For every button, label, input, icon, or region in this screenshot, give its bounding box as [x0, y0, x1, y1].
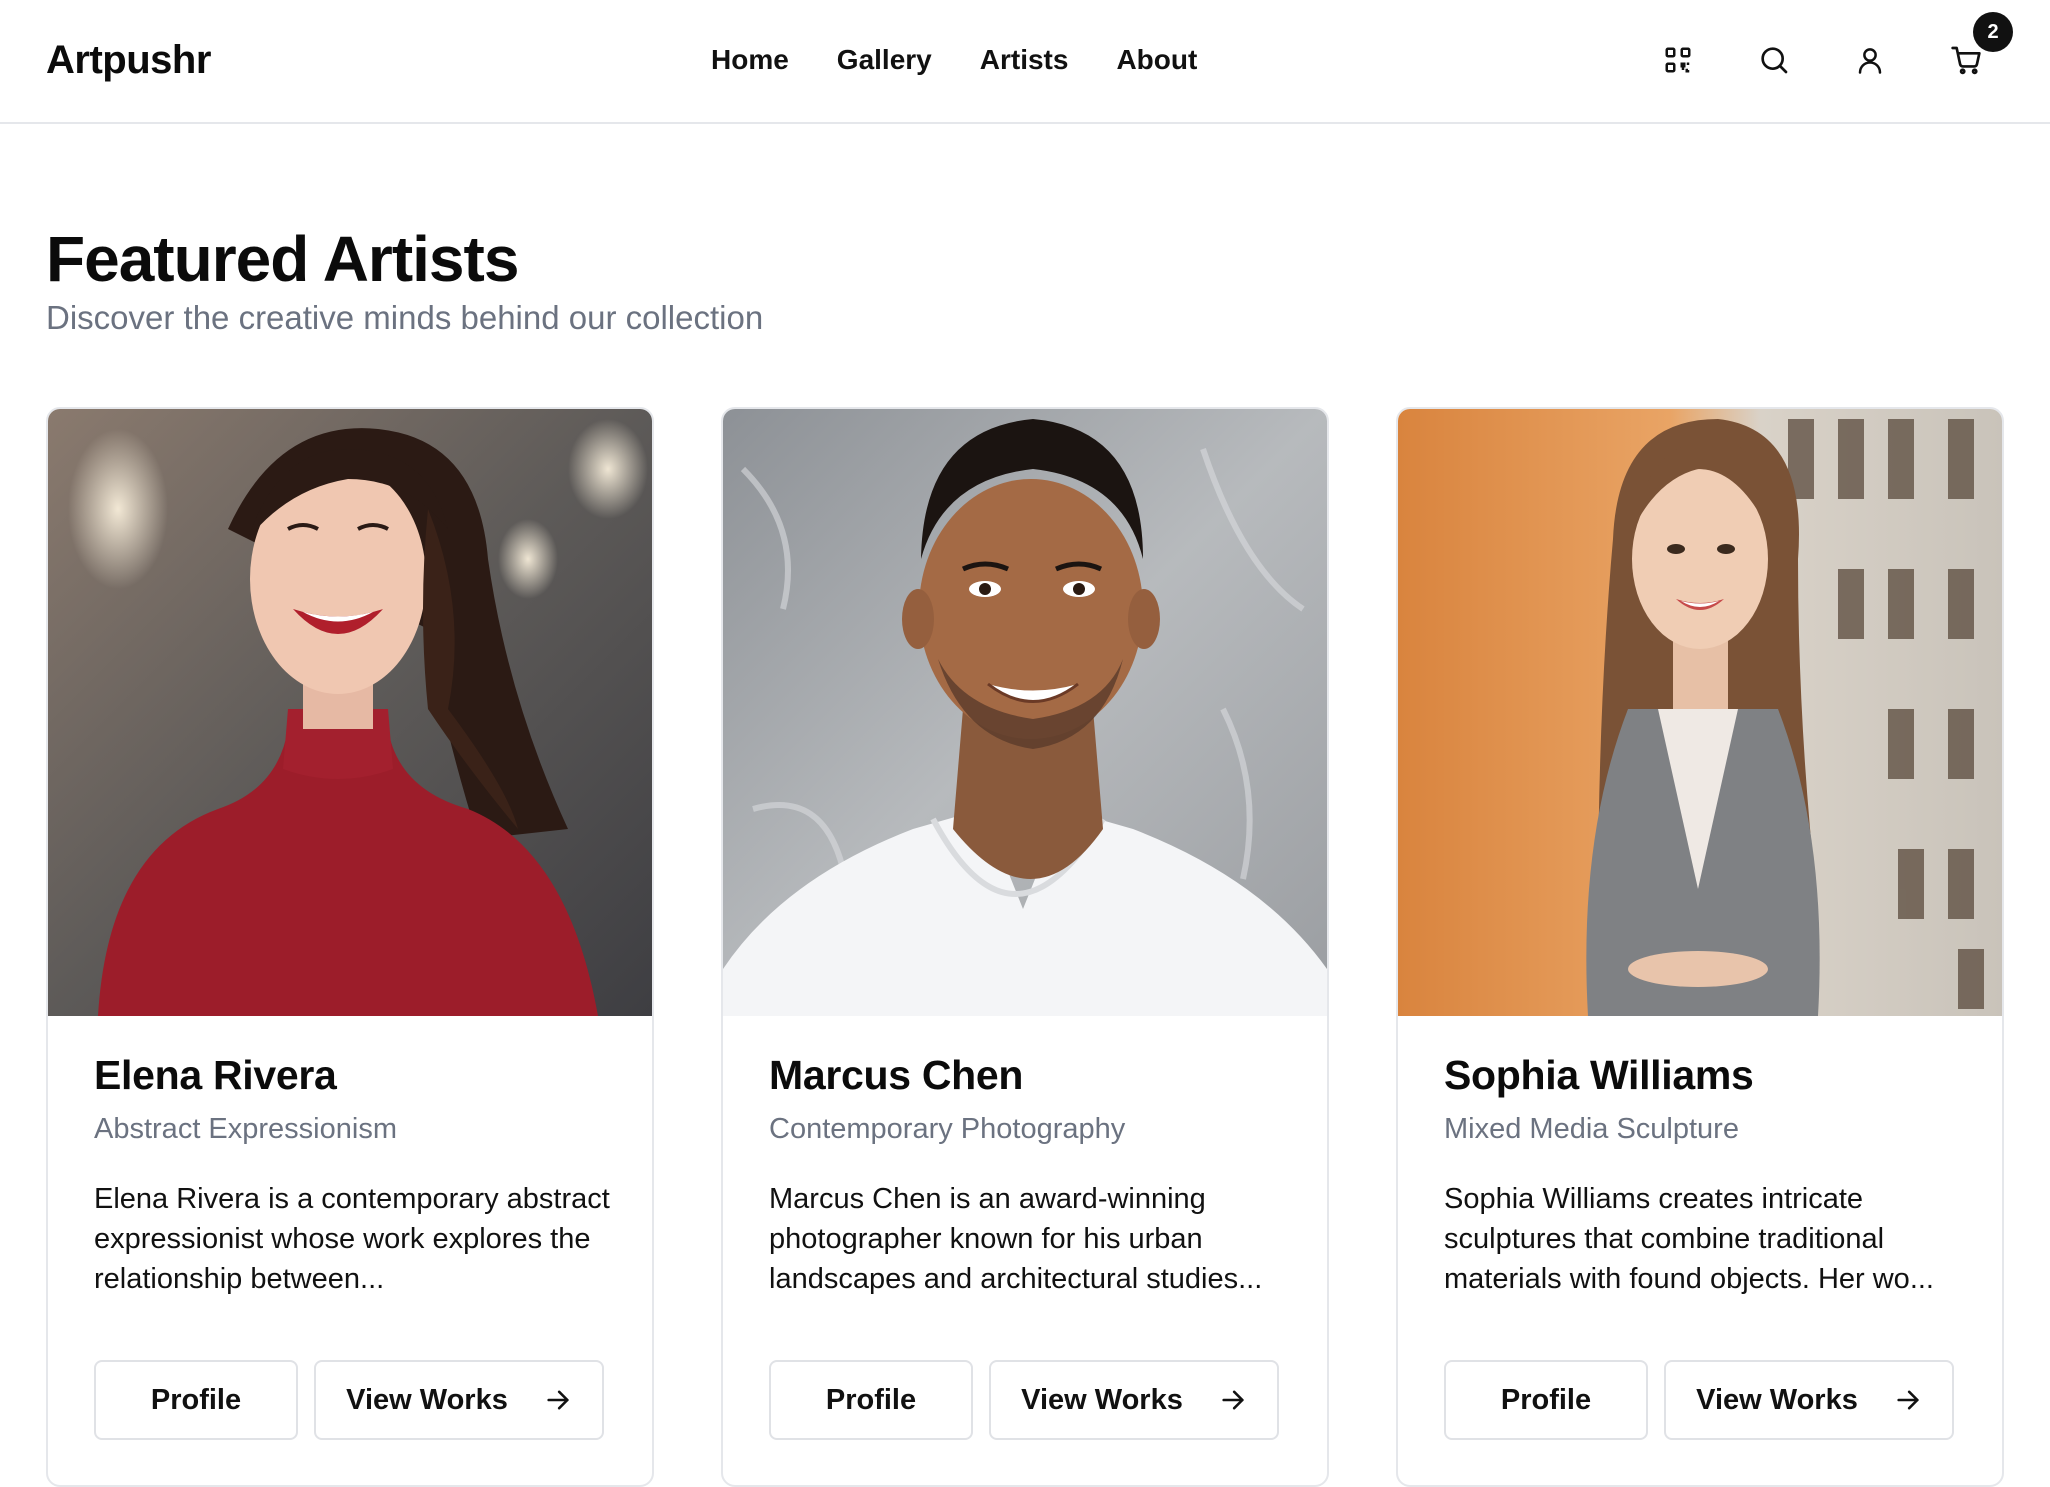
artist-bio: Marcus Chen is an award-winning photogra… [769, 1183, 1263, 1295]
main-nav: Home Gallery Artists About [711, 36, 1197, 84]
artist-bio: Elena Rivera is a contemporary abstract … [94, 1183, 610, 1295]
profile-button[interactable]: Profile [94, 1360, 298, 1440]
artist-name[interactable]: Sophia Williams [1444, 1049, 1964, 1101]
artist-card-actions: Profile View Works [769, 1360, 1279, 1440]
nav-link-gallery[interactable]: Gallery [837, 36, 932, 84]
artist-photo[interactable] [48, 409, 652, 1016]
arrow-right-icon [1222, 1390, 1244, 1410]
nav-link-artists[interactable]: Artists [980, 36, 1069, 84]
artist-card-body: Elena Rivera Abstract Expressionism Elen… [94, 1049, 614, 1299]
arrow-right-icon [547, 1390, 569, 1410]
page-title: Featured Artists [46, 223, 519, 295]
user-icon[interactable] [1846, 36, 1894, 84]
view-works-button-label: View Works [1021, 1383, 1183, 1416]
artist-card: Sophia Williams Mixed Media Sculpture So… [1396, 407, 2004, 1487]
brand-logo[interactable]: Artpushr [46, 32, 211, 88]
artist-card-body: Marcus Chen Contemporary Photography Mar… [769, 1049, 1289, 1299]
view-works-button[interactable]: View Works [989, 1360, 1279, 1440]
artist-card: Elena Rivera Abstract Expressionism Elen… [46, 407, 654, 1487]
qr-code-icon[interactable] [1654, 36, 1702, 84]
profile-button-label: Profile [150, 1383, 242, 1416]
artist-card-body: Sophia Williams Mixed Media Sculpture So… [1444, 1049, 1964, 1299]
artist-photo[interactable] [1398, 409, 2002, 1016]
view-works-button[interactable]: View Works [314, 1360, 604, 1440]
artist-card-actions: Profile View Works [94, 1360, 604, 1440]
profile-button-label: Profile [1500, 1383, 1592, 1416]
artist-name[interactable]: Marcus Chen [769, 1049, 1289, 1101]
nav-link-home[interactable]: Home [711, 36, 789, 84]
view-works-button[interactable]: View Works [1664, 1360, 1954, 1440]
artist-style: Mixed Media Sculpture [1444, 1113, 1739, 1145]
artist-card-actions: Profile View Works [1444, 1360, 1954, 1440]
page-subtitle: Discover the creative minds behind our c… [46, 299, 764, 336]
profile-button[interactable]: Profile [1444, 1360, 1648, 1440]
artist-card: Marcus Chen Contemporary Photography Mar… [721, 407, 1329, 1487]
artist-style: Abstract Expressionism [94, 1113, 397, 1145]
view-works-button-label: View Works [1696, 1383, 1858, 1416]
profile-button-label: Profile [825, 1383, 917, 1416]
artist-photo[interactable] [723, 409, 1327, 1016]
artist-name[interactable]: Elena Rivera [94, 1049, 614, 1101]
view-works-button-label: View Works [346, 1383, 508, 1416]
artist-bio: Sophia Williams creates intricate sculpt… [1444, 1183, 1934, 1295]
nav-link-about[interactable]: About [1116, 36, 1197, 84]
cart-count-badge: 2 [1973, 12, 2013, 52]
site-header: Artpushr Home Gallery Artists About 2 [0, 0, 2050, 124]
arrow-right-icon [1897, 1390, 1919, 1410]
search-icon[interactable] [1750, 36, 1798, 84]
profile-button[interactable]: Profile [769, 1360, 973, 1440]
artist-style: Contemporary Photography [769, 1113, 1126, 1145]
